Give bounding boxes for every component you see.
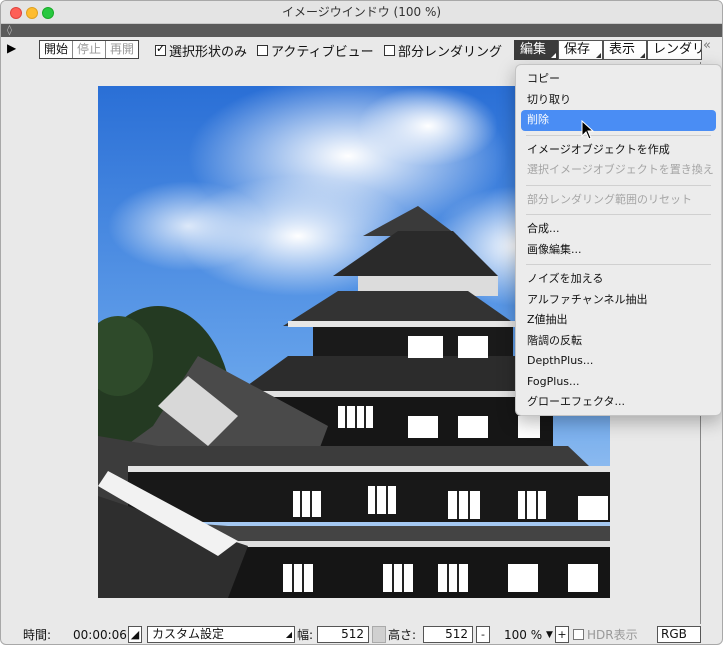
checkbox-label: 部分レンダリング [398, 44, 503, 60]
menu-item-cut[interactable]: 切り取り [521, 90, 716, 111]
menu-item-extract-alpha[interactable]: アルファチャンネル抽出 [521, 290, 716, 311]
edit-menu-dropdown: コピー 切り取り 削除 イメージオブジェクトを作成 選択イメージオブジェクトを置… [515, 64, 722, 416]
menu-item-create-image-object[interactable]: イメージオブジェクトを作成 [521, 140, 716, 161]
width-field[interactable]: 512 [317, 626, 369, 643]
menu-item-invert[interactable]: 階調の反転 [521, 331, 716, 352]
menu-item-copy[interactable]: コピー [521, 69, 716, 90]
image-window: イメージウインドウ (100 %) ◊ ▶ 開始 停止 再開 選択形状のみ アク… [0, 0, 723, 645]
preset-value: カスタム設定 [152, 627, 225, 641]
menu-label: 保存 [564, 42, 591, 57]
dropdown-corner-icon [551, 53, 556, 58]
stop-button[interactable]: 停止 [73, 41, 107, 58]
dropdown-corner-icon: ◢ [285, 630, 292, 639]
checkbox-icon[interactable] [257, 44, 268, 56]
checkbox-label: アクティブビュー [271, 44, 374, 60]
hdr-label: HDR表示 [587, 628, 638, 642]
menu-item-image-edit[interactable]: 画像編集... [521, 240, 716, 261]
status-bar: 時間: 00:00:06 ◢ カスタム設定 ◢ 幅: 512 高さ: 512 -… [1, 624, 722, 644]
toolbar: ▶ 開始 停止 再開 選択形状のみ アクティブビュー 部分レンダリング 編集 保… [1, 38, 722, 62]
collapse-icon[interactable]: « [703, 38, 711, 53]
menu-item-composite[interactable]: 合成... [521, 219, 716, 240]
selected-only-checkbox[interactable]: 選択形状のみ [155, 41, 248, 60]
width-label: 幅: [297, 628, 314, 642]
minimize-window-icon[interactable] [26, 7, 38, 19]
close-window-icon[interactable] [10, 7, 22, 19]
menu-item-fogplus[interactable]: FogPlus... [521, 372, 716, 393]
edit-menu-button[interactable]: 編集 [514, 40, 558, 60]
time-value: 00:00:06 [73, 628, 127, 642]
start-button[interactable]: 開始 [40, 41, 74, 58]
color-mode-select[interactable]: RGB [657, 626, 701, 643]
height-field[interactable]: 512 [423, 626, 473, 643]
diamond-icon[interactable]: ◊ [7, 24, 12, 37]
preset-select[interactable]: カスタム設定 ◢ [147, 626, 295, 643]
render-control-group: 開始 停止 再開 [39, 40, 140, 59]
zoom-dropdown-icon[interactable]: ▼ [546, 626, 553, 644]
height-label: 高さ: [388, 628, 417, 642]
menu-separator [526, 214, 711, 215]
menu-item-extract-z[interactable]: Z値抽出 [521, 310, 716, 331]
active-view-checkbox[interactable]: アクティブビュー [257, 41, 374, 60]
menu-label: 編集 [520, 42, 547, 57]
checkbox-icon[interactable] [384, 44, 395, 56]
menu-separator [526, 184, 711, 186]
header-strip: ◊ [1, 24, 722, 37]
render-menu-button[interactable]: レンダリ [647, 40, 702, 60]
resume-button[interactable]: 再開 [106, 41, 138, 58]
time-label: 時間: [23, 628, 52, 642]
zoom-out-button[interactable]: - [476, 626, 490, 643]
menu-item-reset-partial-render[interactable]: 部分レンダリング範囲のリセット [521, 190, 716, 211]
menu-separator [526, 134, 711, 136]
menu-separator [526, 264, 711, 265]
checkbox-label: 選択形状のみ [169, 44, 248, 60]
menu-item-add-noise[interactable]: ノイズを加える [521, 269, 716, 290]
time-dropdown-icon[interactable]: ◢ [128, 626, 142, 643]
menu-label: レンダリ [653, 42, 702, 57]
dropdown-corner-icon [596, 53, 601, 58]
checkbox-icon[interactable] [155, 42, 166, 56]
menu-item-depthplus[interactable]: DepthPlus... [521, 351, 716, 372]
window-title: イメージウインドウ (100 %) [281, 5, 442, 19]
play-icon[interactable]: ▶ [7, 41, 16, 55]
zoom-value: 100 % [504, 628, 543, 642]
view-menu-button[interactable]: 表示 [603, 40, 647, 60]
dropdown-corner-icon [640, 53, 645, 58]
menu-item-delete[interactable]: 削除 [521, 110, 716, 131]
save-menu-button[interactable]: 保存 [558, 40, 603, 60]
zoom-window-icon[interactable] [42, 7, 54, 19]
menu-item-replace-image-object[interactable]: 選択イメージオブジェクトを置き換え [521, 160, 716, 181]
mouse-cursor-icon [581, 120, 595, 140]
title-bar: イメージウインドウ (100 %) [1, 1, 722, 24]
partial-rendering-checkbox[interactable]: 部分レンダリング [384, 41, 503, 60]
link-aspect-toggle[interactable] [372, 626, 386, 643]
hdr-checkbox[interactable] [573, 629, 584, 640]
zoom-in-button[interactable]: + [555, 626, 569, 643]
menu-item-glow-effector[interactable]: グローエフェクタ... [521, 392, 716, 413]
menu-label: 表示 [609, 42, 636, 57]
